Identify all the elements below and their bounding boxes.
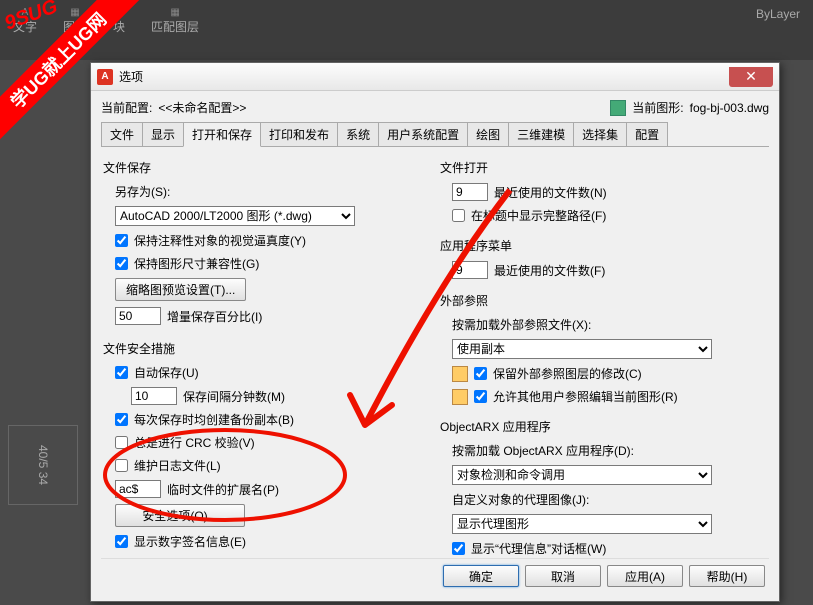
arx-load-select[interactable]: 对象检测和命令调用 [452,465,712,485]
keep-size-check[interactable] [115,257,128,270]
app-recent-input[interactable] [452,261,488,279]
keep-annot-check[interactable] [115,234,128,247]
dialog-title: 选项 [119,68,143,85]
left-column: 文件保存 另存为(S): AutoCAD 2000/LT2000 图形 (*.d… [103,155,430,550]
xref-load-select[interactable]: 使用副本 [452,339,712,359]
autocad-ribbon: A文字 ▦图层 ▩块 ▦匹配图层 ByLayer [0,0,813,60]
logfile-check[interactable] [115,459,128,472]
tab-system[interactable]: 系统 [337,122,379,146]
help-button[interactable]: 帮助(H) [689,565,765,587]
xref-icon [452,366,468,382]
tab-user[interactable]: 用户系统配置 [378,122,468,146]
config-row: 当前配置: <<未命名配置>> 当前图形: fog-bj-003.dwg [101,99,769,116]
autosave-minutes-input[interactable] [131,387,177,405]
tab-open-save[interactable]: 打开和保存 [183,122,261,147]
tab-file[interactable]: 文件 [101,122,143,146]
recent-files-input[interactable] [452,183,488,201]
tab-draw[interactable]: 绘图 [467,122,509,146]
ruler-thumb: 40/5 34 [8,425,78,505]
app-icon: A [97,69,113,85]
xref-layer-check[interactable] [474,367,487,380]
tabs: 文件 显示 打开和保存 打印和发布 系统 用户系统配置 绘图 三维建模 选择集 … [101,122,769,147]
tab-select[interactable]: 选择集 [573,122,627,146]
right-column: 文件打开 最近使用的文件数(N) 在标题中显示完整路径(F) 应用程序菜单 最近… [440,155,767,550]
close-button[interactable]: ✕ [729,67,773,87]
options-dialog: A 选项 ✕ 当前配置: <<未命名配置>> 当前图形: fog-bj-003.… [90,62,780,602]
titlebar: A 选项 ✕ [91,63,779,91]
temp-ext-input[interactable] [115,480,161,498]
dialog-footer: 确定 取消 应用(A) 帮助(H) [101,558,769,593]
autosave-check[interactable] [115,366,128,379]
backup-check[interactable] [115,413,128,426]
tab-3d[interactable]: 三维建模 [508,122,574,146]
incremental-save-input[interactable] [115,307,161,325]
proxy-image-select[interactable]: 显示代理图形 [452,514,712,534]
tab-display[interactable]: 显示 [142,122,184,146]
signature-check[interactable] [115,535,128,548]
fullpath-check[interactable] [452,209,465,222]
apply-button[interactable]: 应用(A) [607,565,683,587]
thumbnail-settings-button[interactable]: 缩略图预览设置(T)... [115,278,246,301]
xref-icon [452,389,468,405]
tab-config[interactable]: 配置 [626,122,668,146]
ok-button[interactable]: 确定 [443,565,519,587]
xref-edit-check[interactable] [474,390,487,403]
cancel-button[interactable]: 取消 [525,565,601,587]
proxy-dialog-check[interactable] [452,542,465,555]
tab-print[interactable]: 打印和发布 [260,122,338,146]
security-options-button[interactable]: 安全选项(O)... [115,504,245,527]
dwg-icon [610,100,626,116]
crc-check[interactable] [115,436,128,449]
saveas-select[interactable]: AutoCAD 2000/LT2000 图形 (*.dwg) [115,206,355,226]
